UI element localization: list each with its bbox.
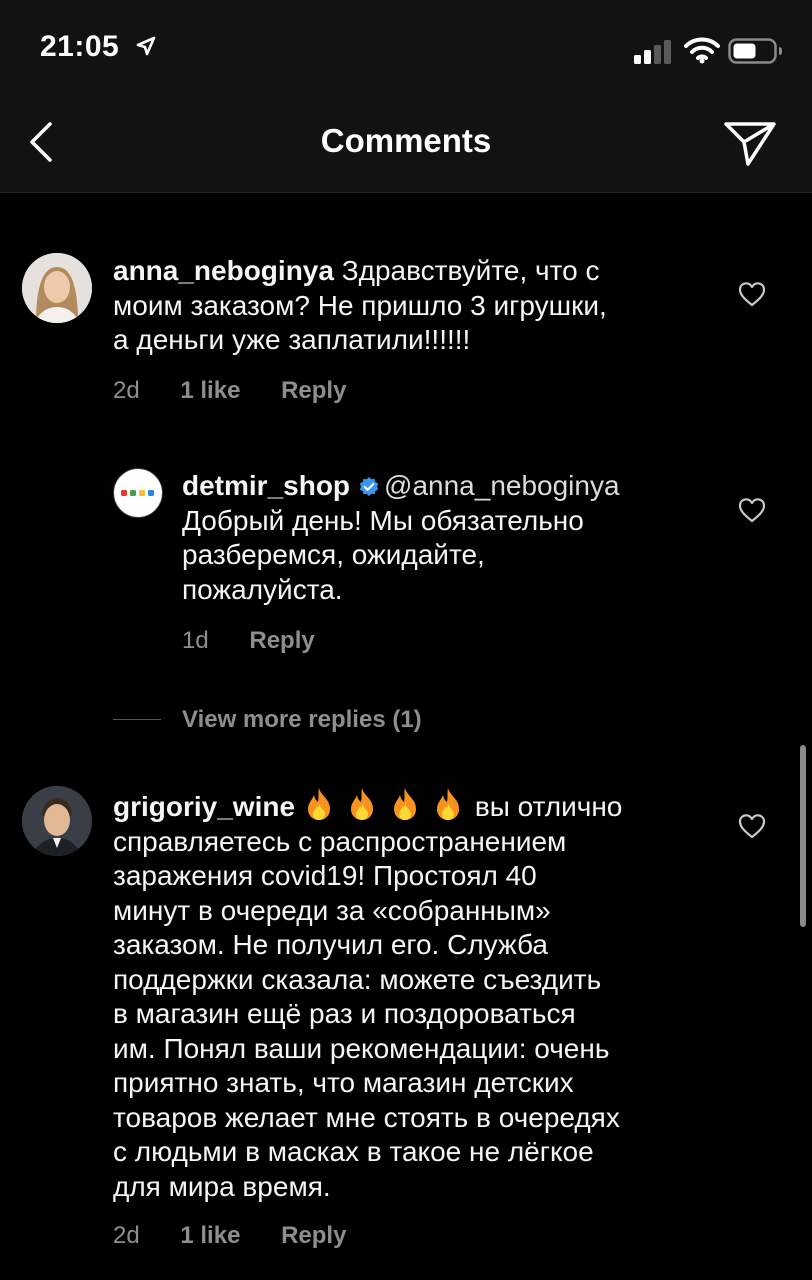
avatar[interactable] xyxy=(22,253,92,323)
comment-meta: 1d Reply xyxy=(182,627,349,655)
reply-button[interactable]: Reply xyxy=(281,377,346,404)
comment-text: grigoriy_wine вы отлично справляетесь с … xyxy=(113,786,713,1204)
fire-emoji-icon xyxy=(436,788,459,820)
mention-link[interactable]: @anna_neboginya xyxy=(384,470,620,501)
reply-button[interactable]: Reply xyxy=(249,627,314,654)
comment-meta: 2d 1 like Reply xyxy=(113,1222,380,1250)
avatar[interactable] xyxy=(113,468,163,518)
comment-age: 2d xyxy=(113,377,140,404)
username[interactable]: grigoriy_wine xyxy=(113,791,295,822)
wifi-icon xyxy=(684,37,720,64)
navigation-bar: Comments xyxy=(0,100,812,193)
comment-text: detmir_shop @anna_neboginya Добрый день!… xyxy=(182,470,620,605)
username[interactable]: detmir_shop xyxy=(182,470,350,501)
direct-send-icon[interactable] xyxy=(722,118,778,168)
status-time: 21:05 xyxy=(40,30,120,63)
likes-count[interactable]: 1 like xyxy=(180,1222,240,1249)
avatar[interactable] xyxy=(22,786,92,856)
battery-icon xyxy=(728,38,782,64)
comment-text: anna_neboginya Здравствуйте, что с моим … xyxy=(113,255,607,355)
fire-emoji-icon xyxy=(350,788,373,820)
like-heart-icon[interactable] xyxy=(738,813,766,839)
like-heart-icon[interactable] xyxy=(738,281,766,307)
view-more-divider xyxy=(113,719,161,720)
comment-age: 2d xyxy=(113,1222,140,1249)
location-arrow-icon xyxy=(136,36,156,56)
page-title: Comments xyxy=(320,122,492,159)
username[interactable]: anna_neboginya xyxy=(113,255,334,286)
comment-age: 1d xyxy=(182,627,209,654)
scrollbar[interactable] xyxy=(800,745,806,927)
verified-badge-icon xyxy=(359,477,379,497)
reply-button[interactable]: Reply xyxy=(281,1222,346,1249)
fire-emoji-icon xyxy=(393,788,416,820)
view-more-replies-button[interactable]: View more replies (1) xyxy=(182,706,422,734)
likes-count[interactable]: 1 like xyxy=(180,377,240,404)
status-bar: 21:05 xyxy=(0,0,812,100)
comment-meta: 2d 1 like Reply xyxy=(113,377,380,405)
fire-emoji-icon xyxy=(307,788,330,820)
cellular-signal-icon xyxy=(634,40,671,64)
like-heart-icon[interactable] xyxy=(738,497,766,523)
